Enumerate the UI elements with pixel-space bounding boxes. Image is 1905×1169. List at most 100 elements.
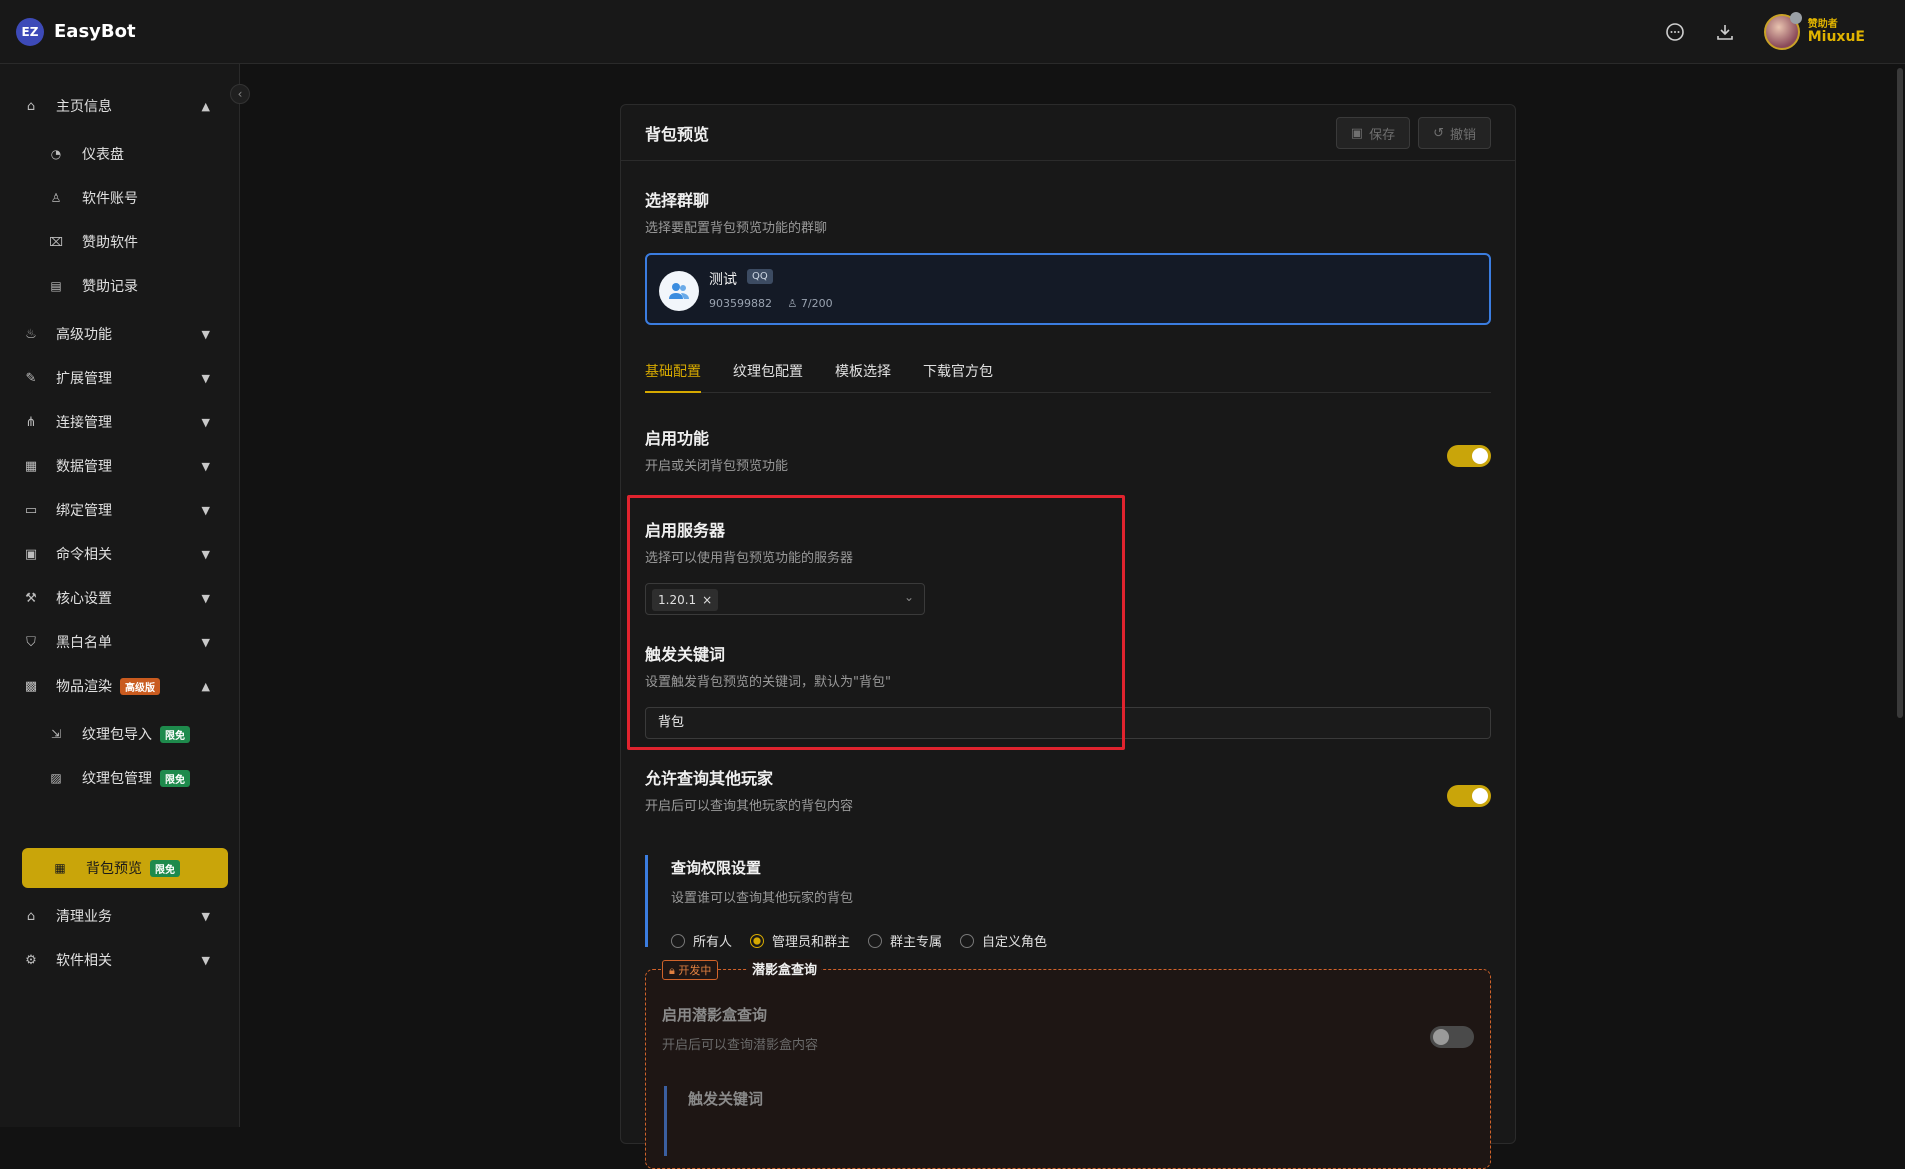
pro-badge: 高级版 bbox=[120, 677, 160, 695]
shulker-dev-box: 🔒︎ 开发中 潜影盒查询 启用潜影盒查询 开启后可以查询潜影盒内容 触发关键词 bbox=[645, 959, 1491, 1169]
app-logo[interactable]: EZ EasyBot bbox=[16, 17, 136, 46]
sidebar-item-software[interactable]: ⚙ 软件相关 ▼ bbox=[22, 942, 222, 978]
permission-radio-group: 所有人 管理员和群主 群主专属 自定义角色 bbox=[671, 931, 1047, 950]
logo-badge: EZ bbox=[16, 17, 44, 46]
radio-admin-owner[interactable]: 管理员和群主 bbox=[750, 931, 850, 950]
radio-label: 管理员和群主 bbox=[772, 935, 851, 950]
sidebar-item-sponsor-software[interactable]: ⌧ 赞助软件 bbox=[48, 224, 228, 260]
sidebar-item-home[interactable]: ⌂ 主页信息 ▲ bbox=[22, 88, 222, 124]
sidebar-item-label: 软件相关 bbox=[56, 953, 112, 969]
fire-icon: ♨ bbox=[25, 326, 37, 342]
top-bar: EZ EasyBot 赞助者 MiuxuE bbox=[0, 0, 1905, 64]
wrench-icon: ⚒ bbox=[25, 590, 37, 606]
group-name: 测试 bbox=[709, 272, 737, 288]
sidebar-item-dashboard[interactable]: ◔ 仪表盘 bbox=[48, 136, 228, 172]
avatar bbox=[1763, 12, 1802, 50]
save-button[interactable]: ▣ 保存 bbox=[1335, 117, 1411, 149]
shulker-keyword-bar bbox=[664, 1086, 667, 1156]
shulker-box-title: 潜影盒查询 bbox=[748, 959, 822, 978]
member-icon: ♙ bbox=[787, 297, 798, 310]
allow-query-desc: 开启后可以查询其他玩家的背包内容 bbox=[645, 799, 854, 814]
sidebar-item-label: 数据管理 bbox=[56, 459, 112, 475]
download-icon[interactable] bbox=[1714, 21, 1736, 43]
radio-label: 群主专属 bbox=[890, 935, 943, 950]
database-icon: ▦ bbox=[24, 458, 38, 474]
group-select-desc: 选择要配置背包预览功能的群聊 bbox=[645, 221, 828, 236]
top-actions: 赞助者 MiuxuE bbox=[1664, 0, 1865, 64]
radio-dot bbox=[750, 933, 765, 948]
grid-icon: ▦ bbox=[54, 861, 66, 875]
sidebar-item-blacklist[interactable]: ⛉ 黑白名单 ▼ bbox=[22, 624, 222, 660]
tab-template[interactable]: 模板选择 bbox=[835, 357, 891, 393]
sidebar-item-core-settings[interactable]: ⚒ 核心设置 ▼ bbox=[22, 580, 222, 616]
chevron-down-icon: ▼ bbox=[201, 909, 210, 923]
gear-icon bbox=[1789, 12, 1802, 24]
sidebar-item-connections[interactable]: ⋔ 连接管理 ▼ bbox=[22, 404, 222, 440]
enable-toggle[interactable] bbox=[1447, 445, 1491, 467]
dashboard-icon: ◔ bbox=[50, 147, 62, 161]
document-icon: ▤ bbox=[50, 279, 62, 293]
tab-basic[interactable]: 基础配置 bbox=[645, 357, 701, 393]
gift-icon: ⌧ bbox=[49, 235, 63, 249]
sidebar-item-commands[interactable]: ▣ 命令相关 ▼ bbox=[22, 536, 222, 572]
sidebar-item-extensions[interactable]: ✎ 扩展管理 ▼ bbox=[22, 360, 222, 396]
save-button-label: 保存 bbox=[1369, 127, 1396, 143]
free-badge: 限免 bbox=[160, 725, 190, 743]
sidebar-item-data[interactable]: ▦ 数据管理 ▼ bbox=[22, 448, 222, 484]
sidebar-item-label: 背包预览 bbox=[86, 861, 142, 877]
shulker-enable-title: 启用潜影盒查询 bbox=[662, 1006, 768, 1024]
import-icon: ⇲ bbox=[50, 727, 62, 741]
tab-download[interactable]: 下载官方包 bbox=[923, 357, 993, 393]
sidebar-item-texture-manage[interactable]: ▨ 纹理包管理 限免 bbox=[48, 760, 228, 796]
chevron-up-icon: ▲ bbox=[201, 99, 210, 113]
sidebar-item-label: 扩展管理 bbox=[56, 371, 112, 387]
message-icon[interactable] bbox=[1664, 21, 1686, 43]
sidebar-item-accounts[interactable]: ♙ 软件账号 bbox=[48, 180, 228, 216]
broom-icon: ⌂ bbox=[26, 908, 36, 924]
page-scrollbar[interactable] bbox=[1895, 64, 1905, 718]
shulker-enable-desc: 开启后可以查询潜影盒内容 bbox=[662, 1038, 819, 1053]
sidebar-item-sponsor-records[interactable]: ▤ 赞助记录 bbox=[48, 268, 228, 304]
sidebar-item-label: 物品渲染 bbox=[56, 679, 112, 695]
allow-query-toggle[interactable] bbox=[1447, 785, 1491, 807]
sidebar: ⌂ 主页信息 ▲ ◔ 仪表盘 ♙ 软件账号 ⌧ 赞助软件 ▤ 赞助记录 ♨ 高级… bbox=[0, 64, 240, 1127]
user-icon: ♙ bbox=[50, 191, 62, 205]
free-badge: 限免 bbox=[160, 769, 190, 787]
sidebar-item-label: 高级功能 bbox=[56, 327, 112, 343]
radio-custom-role[interactable]: 自定义角色 bbox=[960, 931, 1047, 950]
sidebar-item-backpack-preview[interactable]: ▦ 背包预览 限免 bbox=[22, 848, 228, 888]
shulker-keyword-title: 触发关键词 bbox=[688, 1090, 764, 1108]
group-card[interactable]: 测试 QQ 903599882 ♙ 7/200 bbox=[645, 253, 1491, 325]
radio-label: 所有人 bbox=[693, 935, 733, 950]
toggle-knob bbox=[1472, 448, 1488, 464]
sidebar-item-label: 纹理包导入 bbox=[82, 727, 152, 743]
sidebar-collapse-button[interactable]: ‹ bbox=[230, 84, 250, 104]
save-icon: ▣ bbox=[1350, 125, 1364, 141]
group-users-icon bbox=[659, 271, 699, 311]
permission-desc: 设置谁可以查询其他玩家的背包 bbox=[671, 891, 854, 906]
undo-button[interactable]: ↺ 撤销 bbox=[1418, 117, 1491, 149]
radio-everyone[interactable]: 所有人 bbox=[671, 931, 732, 950]
sidebar-item-item-render[interactable]: ▩ 物品渲染 高级版 ▲ bbox=[22, 668, 222, 704]
sidebar-item-label: 清理业务 bbox=[56, 909, 112, 925]
sidebar-item-label: 软件账号 bbox=[82, 191, 138, 207]
tab-texture[interactable]: 纹理包配置 bbox=[733, 357, 803, 393]
sidebar-item-label: 仪表盘 bbox=[82, 147, 124, 163]
chevron-down-icon: ▼ bbox=[201, 503, 210, 517]
terminal-icon: ▣ bbox=[24, 546, 38, 562]
dev-badge-label: 开发中 bbox=[678, 964, 712, 977]
qq-badge: QQ bbox=[747, 269, 773, 284]
user-menu[interactable]: 赞助者 MiuxuE bbox=[1763, 12, 1865, 50]
sidebar-item-texture-import[interactable]: ⇲ 纹理包导入 限免 bbox=[48, 716, 228, 752]
shulker-toggle[interactable] bbox=[1430, 1026, 1474, 1048]
group-meta: 903599882 ♙ 7/200 bbox=[709, 297, 833, 310]
group-members: 7/200 bbox=[800, 297, 833, 310]
sidebar-item-cleanup[interactable]: ⌂ 清理业务 ▼ bbox=[22, 898, 222, 934]
chevron-down-icon: ▼ bbox=[201, 547, 210, 561]
scroll-thumb[interactable] bbox=[1897, 68, 1903, 718]
sidebar-item-binding[interactable]: ▭ 绑定管理 ▼ bbox=[22, 492, 222, 528]
radio-owner-only[interactable]: 群主专属 bbox=[868, 931, 942, 950]
radio-dot bbox=[960, 933, 975, 948]
sidebar-item-advanced[interactable]: ♨ 高级功能 ▼ bbox=[22, 316, 222, 352]
undo-button-label: 撤销 bbox=[1449, 127, 1476, 143]
